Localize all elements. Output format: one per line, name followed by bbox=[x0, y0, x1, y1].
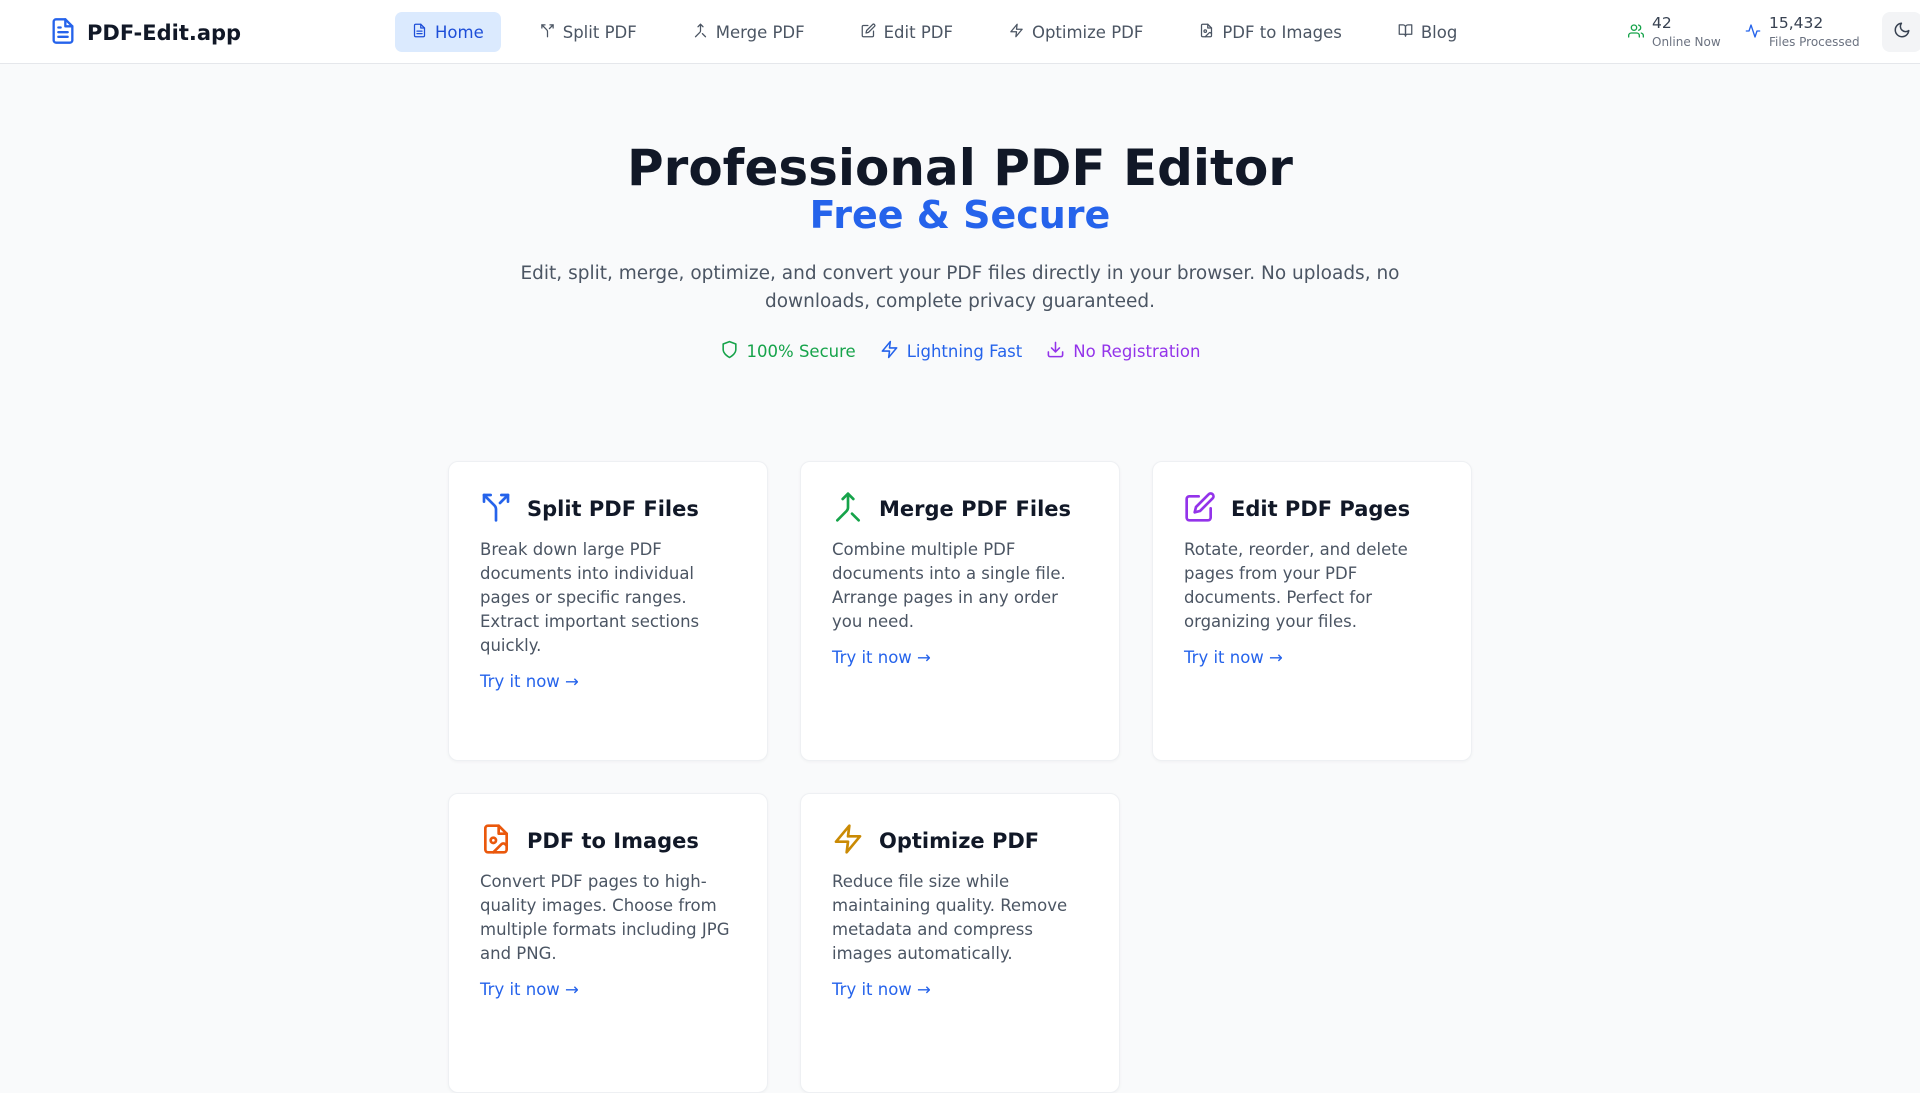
feature-badges: 100% Secure Lightning Fast No Registrati… bbox=[0, 340, 1920, 363]
card-title: Optimize PDF bbox=[879, 829, 1040, 853]
try-it-now-link[interactable]: Try it now → bbox=[1184, 648, 1283, 667]
card-description: Convert PDF pages to high-quality images… bbox=[480, 872, 730, 963]
card-edit-pdf[interactable]: Edit PDF Pages Rotate, reorder, and dele… bbox=[1152, 461, 1472, 761]
file-icon bbox=[412, 23, 427, 42]
nav-label: Optimize PDF bbox=[1031, 22, 1144, 42]
card-merge-pdf[interactable]: Merge PDF Files Combine multiple PDF doc… bbox=[800, 461, 1120, 761]
card-title: Merge PDF Files bbox=[879, 497, 1072, 521]
try-it-now-link[interactable]: Try it now → bbox=[832, 648, 931, 667]
download-icon bbox=[1046, 340, 1065, 363]
book-open-icon bbox=[1398, 23, 1413, 42]
badge-no-registration: No Registration bbox=[1046, 340, 1200, 363]
nav-label: Split PDF bbox=[562, 22, 637, 42]
online-label: Online Now bbox=[1652, 35, 1721, 49]
nav-label: Edit PDF bbox=[883, 22, 953, 42]
try-it-now-link[interactable]: Try it now → bbox=[480, 980, 579, 999]
files-processed-stat: 15,432 Files Processed bbox=[1745, 14, 1860, 50]
nav-label: Home bbox=[435, 22, 484, 42]
file-image-icon bbox=[480, 823, 512, 859]
nav-merge-pdf[interactable]: Merge PDF bbox=[676, 12, 822, 52]
badge-label: No Registration bbox=[1073, 342, 1201, 361]
card-title: Split PDF Files bbox=[527, 497, 699, 521]
nav-label: PDF to Images bbox=[1222, 22, 1342, 42]
card-title: PDF to Images bbox=[527, 829, 699, 853]
brand-name: PDF-Edit.app bbox=[87, 21, 242, 45]
brand-logo[interactable]: PDF-Edit.app bbox=[49, 15, 241, 51]
merge-icon bbox=[693, 23, 708, 42]
split-icon bbox=[540, 23, 555, 42]
hero-subtitle: Free & Secure bbox=[809, 193, 1111, 237]
try-it-now-link[interactable]: Try it now → bbox=[480, 672, 579, 691]
processed-label: Files Processed bbox=[1769, 35, 1860, 49]
hero-description: Edit, split, merge, optimize, and conver… bbox=[520, 263, 1400, 312]
zap-icon bbox=[832, 823, 864, 859]
nav-optimize-pdf[interactable]: Optimize PDF bbox=[992, 12, 1160, 52]
edit-icon bbox=[1184, 491, 1216, 527]
nav-edit-pdf[interactable]: Edit PDF bbox=[844, 12, 970, 52]
edit-icon bbox=[861, 23, 876, 42]
online-now-stat: 42 Online Now bbox=[1628, 14, 1721, 50]
moon-icon bbox=[1893, 21, 1911, 43]
card-description: Rotate, reorder, and delete pages from y… bbox=[1184, 540, 1408, 631]
card-pdf-to-images[interactable]: PDF to Images Convert PDF pages to high-… bbox=[448, 793, 768, 1093]
card-split-pdf[interactable]: Split PDF Files Break down large PDF doc… bbox=[448, 461, 768, 761]
badge-secure: 100% Secure bbox=[720, 340, 856, 363]
activity-icon bbox=[1745, 14, 1761, 43]
card-description: Reduce file size while maintaining quali… bbox=[832, 872, 1068, 963]
try-it-now-link[interactable]: Try it now → bbox=[832, 980, 931, 999]
nav-pdf-to-images[interactable]: PDF to Images bbox=[1182, 12, 1358, 52]
card-description: Combine multiple PDF documents into a si… bbox=[832, 540, 1066, 631]
top-navbar: PDF-Edit.app Home Split PDF Merge PDF Ed… bbox=[0, 0, 1920, 64]
online-count: 42 bbox=[1652, 14, 1672, 32]
nav-label: Blog bbox=[1420, 22, 1458, 42]
badge-label: 100% Secure bbox=[746, 342, 856, 361]
nav-split-pdf[interactable]: Split PDF bbox=[523, 12, 654, 52]
file-text-icon bbox=[49, 15, 77, 51]
split-icon bbox=[480, 491, 512, 527]
badge-label: Lightning Fast bbox=[906, 342, 1023, 361]
nav-label: Merge PDF bbox=[715, 22, 805, 42]
theme-toggle-button[interactable] bbox=[1882, 12, 1920, 52]
shield-icon bbox=[720, 340, 739, 363]
nav-home[interactable]: Home bbox=[395, 12, 501, 52]
card-description: Break down large PDF documents into indi… bbox=[480, 540, 700, 655]
card-title: Edit PDF Pages bbox=[1231, 497, 1411, 521]
users-icon bbox=[1628, 14, 1644, 43]
zap-icon bbox=[1009, 23, 1024, 42]
file-image-icon bbox=[1199, 23, 1214, 42]
zap-icon bbox=[880, 340, 899, 363]
processed-count: 15,432 bbox=[1769, 14, 1824, 32]
badge-fast: Lightning Fast bbox=[880, 340, 1023, 363]
main-nav: Home Split PDF Merge PDF Edit PDF Optimi… bbox=[395, 12, 1496, 52]
merge-icon bbox=[832, 491, 864, 527]
nav-blog[interactable]: Blog bbox=[1381, 12, 1474, 52]
card-optimize-pdf[interactable]: Optimize PDF Reduce file size while main… bbox=[800, 793, 1120, 1093]
